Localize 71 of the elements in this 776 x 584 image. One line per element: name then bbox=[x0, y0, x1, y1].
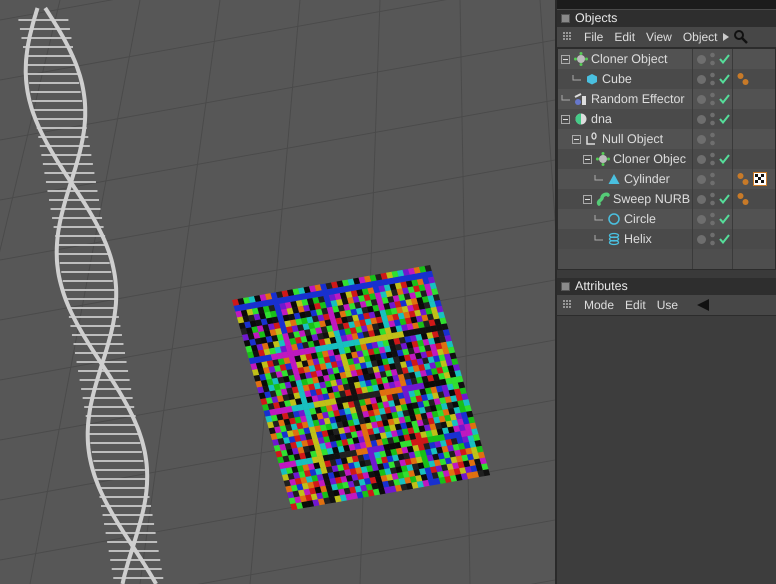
cube-icon bbox=[587, 74, 597, 84]
render-dots-icon[interactable] bbox=[710, 232, 715, 246]
menu-item[interactable]: Object bbox=[682, 28, 718, 46]
render-dots-icon[interactable] bbox=[710, 152, 715, 166]
render-dots-icon[interactable] bbox=[710, 172, 715, 186]
circle-icon bbox=[608, 213, 620, 225]
visibility-dot-icon[interactable] bbox=[697, 74, 706, 84]
visibility-dot-icon[interactable] bbox=[697, 134, 706, 144]
visibility-dot-icon[interactable] bbox=[697, 54, 706, 64]
visibility-dot-icon[interactable] bbox=[697, 154, 706, 164]
object-name[interactable]: Circle bbox=[624, 210, 656, 228]
menu-item[interactable]: File bbox=[584, 28, 604, 46]
null-icon bbox=[586, 132, 597, 145]
material-tag-icon[interactable] bbox=[737, 72, 749, 86]
helix-icon bbox=[608, 232, 620, 246]
render-dots-icon[interactable] bbox=[710, 72, 715, 86]
menu-item[interactable]: View bbox=[646, 28, 672, 46]
tree-branch-line bbox=[594, 214, 603, 224]
sphere-icon bbox=[576, 114, 586, 124]
effector-icon bbox=[574, 93, 586, 105]
sweep-icon bbox=[596, 192, 610, 206]
panel-title: Attributes bbox=[575, 278, 628, 296]
object-name[interactable]: dna bbox=[591, 110, 612, 128]
menu-item[interactable]: Mode bbox=[584, 296, 614, 314]
cone-icon bbox=[608, 174, 620, 184]
tree-branch-line bbox=[594, 234, 603, 244]
grip-icon[interactable] bbox=[563, 300, 573, 310]
visibility-dot-icon[interactable] bbox=[697, 214, 706, 224]
tree-branch-line bbox=[572, 74, 581, 84]
collapse-icon[interactable] bbox=[583, 154, 592, 164]
grip-icon[interactable] bbox=[563, 32, 573, 42]
visibility-dot-icon[interactable] bbox=[697, 234, 706, 244]
collapse-icon[interactable] bbox=[561, 114, 570, 124]
render-dots-icon[interactable] bbox=[710, 192, 715, 206]
check-icon[interactable] bbox=[719, 234, 730, 244]
render-dots-icon[interactable] bbox=[710, 132, 715, 146]
check-icon[interactable] bbox=[719, 154, 730, 164]
panel-icon bbox=[561, 282, 570, 291]
check-icon[interactable] bbox=[719, 114, 730, 124]
visibility-dot-icon[interactable] bbox=[697, 94, 706, 104]
menu-item[interactable]: Edit bbox=[614, 28, 636, 46]
visibility-dot-icon[interactable] bbox=[697, 194, 706, 204]
panel-title: Objects bbox=[575, 10, 618, 28]
cloner-icon bbox=[574, 52, 588, 66]
texture-tag-icon[interactable] bbox=[753, 172, 767, 186]
object-name[interactable]: Helix bbox=[624, 230, 652, 248]
tree-branch-line bbox=[594, 174, 603, 184]
visibility-dot-icon[interactable] bbox=[697, 174, 706, 184]
cloner-icon bbox=[596, 152, 610, 166]
arrow-right-icon[interactable] bbox=[722, 33, 729, 41]
collapse-icon[interactable] bbox=[583, 194, 592, 204]
check-icon[interactable] bbox=[719, 194, 730, 204]
panel-icon bbox=[561, 14, 570, 23]
render-dots-icon[interactable] bbox=[710, 52, 715, 66]
menu-item[interactable]: Use bbox=[656, 296, 678, 314]
back-arrow-icon[interactable] bbox=[697, 299, 710, 311]
check-icon[interactable] bbox=[719, 214, 730, 224]
visibility-dot-icon[interactable] bbox=[697, 114, 706, 124]
check-icon[interactable] bbox=[719, 94, 730, 104]
render-dots-icon[interactable] bbox=[710, 112, 715, 126]
render-dots-icon[interactable] bbox=[710, 212, 715, 226]
collapse-icon[interactable] bbox=[572, 134, 581, 144]
material-tag-icon[interactable] bbox=[737, 192, 749, 206]
search-icon[interactable] bbox=[734, 30, 748, 44]
collapse-icon[interactable] bbox=[561, 54, 570, 64]
check-icon[interactable] bbox=[719, 54, 730, 64]
render-dots-icon[interactable] bbox=[710, 92, 715, 106]
menu-item[interactable]: Edit bbox=[625, 296, 646, 314]
check-icon[interactable] bbox=[719, 74, 730, 84]
tree-branch-line bbox=[561, 94, 570, 104]
object-name[interactable]: Cube bbox=[602, 70, 632, 88]
